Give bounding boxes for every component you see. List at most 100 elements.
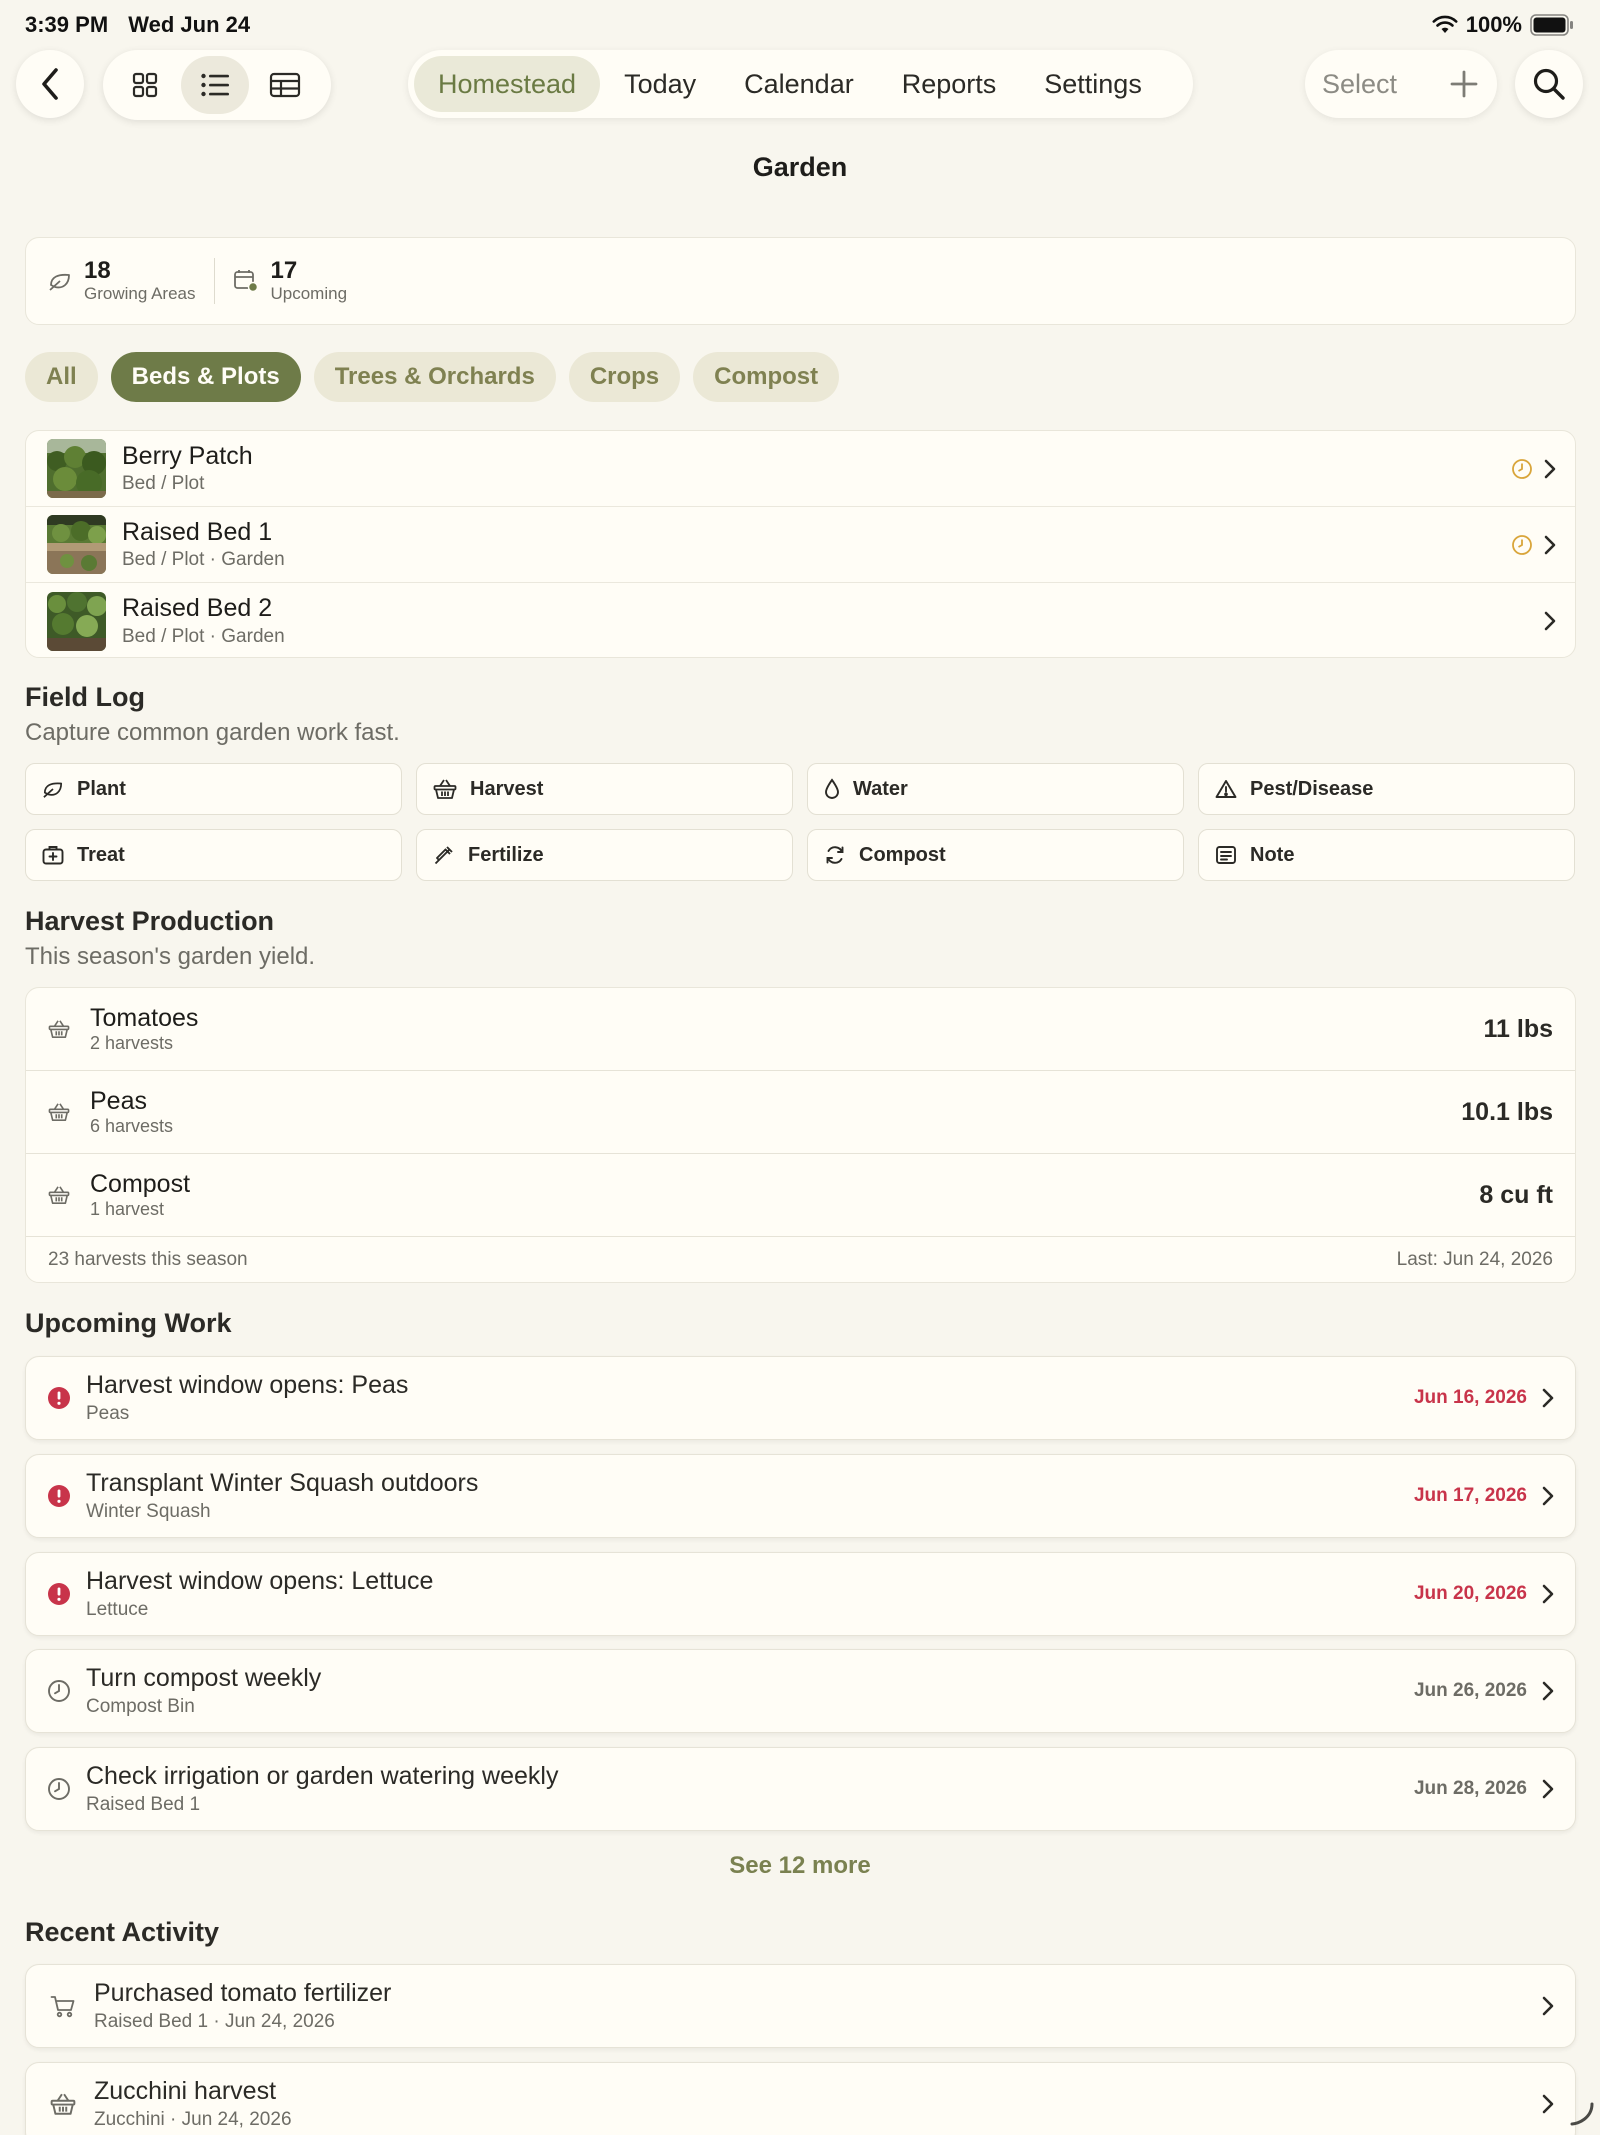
back-button[interactable] — [16, 50, 84, 118]
chevron-right-icon — [1541, 1680, 1555, 1702]
last-harvest-date: Last: Jun 24, 2026 — [1396, 1248, 1553, 1270]
task-item[interactable]: Harvest window opens: Peas Peas Jun 16, … — [25, 1356, 1576, 1440]
action-label: Fertilize — [468, 843, 544, 866]
filter-chip-all[interactable]: All — [25, 352, 98, 402]
activity-subtitle: Raised Bed 1 · Jun 24, 2026 — [94, 2010, 335, 2032]
task-subject: Lettuce — [86, 1598, 149, 1620]
list-item[interactable]: Raised Bed 2 Bed / Plot · Garden — [26, 583, 1575, 659]
task-item[interactable]: Turn compost weekly Compost Bin Jun 26, … — [25, 1649, 1576, 1733]
plus-icon — [1449, 69, 1479, 99]
search-button[interactable] — [1515, 50, 1583, 118]
log-water-button[interactable]: Water — [807, 763, 1184, 815]
log-harvest-button[interactable]: Harvest — [416, 763, 793, 815]
harvest-amount: 11 lbs — [1483, 1014, 1554, 1043]
resize-grabber-icon[interactable] — [1568, 2100, 1596, 2128]
clock-icon — [47, 1679, 71, 1703]
area-photo — [47, 439, 106, 498]
list-view-button[interactable] — [181, 56, 249, 114]
activity-item[interactable]: Zucchini harvest Zucchini · Jun 24, 2026 — [25, 2062, 1576, 2135]
cycle-icon — [824, 844, 846, 866]
cart-icon — [50, 1994, 76, 2018]
filter-chips: All Beds & Plots Trees & Orchards Crops … — [25, 352, 840, 402]
basket-icon — [48, 1019, 84, 1039]
tab-calendar[interactable]: Calendar — [720, 56, 878, 112]
log-plant-button[interactable]: Plant — [25, 763, 402, 815]
season-harvest-total: 23 harvests this season — [48, 1248, 248, 1270]
table-row[interactable]: Peas 6 harvests 10.1 lbs — [26, 1071, 1575, 1154]
select-add-group: Select — [1305, 50, 1497, 118]
tab-homestead[interactable]: Homestead — [414, 56, 601, 112]
battery-percent: 100% — [1465, 12, 1522, 37]
view-mode-switcher — [103, 50, 331, 120]
area-photo — [47, 591, 106, 651]
grid-icon — [131, 71, 159, 99]
table-row[interactable]: Compost 1 harvest 8 cu ft — [26, 1154, 1575, 1237]
action-label: Water — [853, 777, 908, 800]
status-time: 3:39 PM — [25, 12, 109, 37]
crop-name: Peas — [90, 1086, 147, 1115]
tab-reports[interactable]: Reports — [878, 56, 1021, 112]
task-date: Jun 20, 2026 — [1413, 1583, 1527, 1604]
task-subject: Winter Squash — [86, 1500, 211, 1522]
chevron-right-icon — [1541, 1778, 1555, 1800]
chevron-right-icon — [1543, 610, 1557, 632]
harvest-count: 6 harvests — [90, 1116, 174, 1137]
stat-growing-areas[interactable]: 18 Growing Areas — [48, 258, 196, 303]
harvest-footer: 23 harvests this season Last: Jun 24, 20… — [26, 1237, 1575, 1282]
area-photo — [47, 515, 106, 574]
task-title: Turn compost weekly — [86, 1664, 322, 1693]
log-pest-disease-button[interactable]: Pest/Disease — [1198, 763, 1575, 815]
select-button[interactable]: Select — [1322, 69, 1397, 100]
dropper-icon — [433, 844, 455, 866]
action-label: Compost — [859, 843, 946, 866]
stat-upcoming[interactable]: 17 Upcoming — [233, 258, 348, 303]
field-log-subtitle: Capture common garden work fast. — [25, 719, 400, 746]
table-row[interactable]: Tomatoes 2 harvests 11 lbs — [26, 988, 1575, 1071]
main-nav-tabs: Homestead Today Calendar Reports Setting… — [408, 50, 1193, 118]
log-fertilize-button[interactable]: Fertilize — [416, 829, 793, 881]
action-label: Harvest — [470, 777, 544, 800]
area-name: Raised Bed 2 — [122, 594, 273, 623]
task-item[interactable]: Transplant Winter Squash outdoors Winter… — [25, 1454, 1576, 1538]
area-name: Berry Patch — [122, 441, 253, 470]
filter-chip-beds-plots[interactable]: Beds & Plots — [110, 352, 301, 402]
stat-label: Growing Areas — [84, 283, 196, 303]
chevron-right-icon — [1541, 1387, 1555, 1409]
task-title: Harvest window opens: Peas — [86, 1371, 409, 1400]
chevron-right-icon — [1541, 1485, 1555, 1507]
task-title: Harvest window opens: Lettuce — [86, 1567, 434, 1596]
task-item[interactable]: Check irrigation or garden watering week… — [25, 1747, 1576, 1831]
tab-settings[interactable]: Settings — [1020, 56, 1166, 112]
alert-icon — [47, 1386, 71, 1410]
filter-chip-trees-orchards[interactable]: Trees & Orchards — [313, 352, 556, 402]
stat-label: Upcoming — [270, 283, 348, 303]
activity-item[interactable]: Purchased tomato fertilizer Raised Bed 1… — [25, 1964, 1576, 2048]
list-item[interactable]: Berry Patch Bed / Plot — [26, 431, 1575, 507]
tab-today[interactable]: Today — [600, 56, 720, 112]
area-type: Bed / Plot — [122, 473, 205, 495]
battery-icon — [1530, 14, 1574, 36]
grid-view-button[interactable] — [111, 56, 179, 114]
add-button[interactable] — [1449, 69, 1479, 99]
basket-icon — [48, 1102, 84, 1122]
upcoming-work-title: Upcoming Work — [25, 1308, 232, 1338]
chevron-right-icon — [1541, 1995, 1555, 2017]
log-compost-button[interactable]: Compost — [807, 829, 1184, 881]
harvest-title: Harvest Production — [25, 906, 275, 936]
clock-icon — [47, 1777, 71, 1801]
page-title: Garden — [752, 152, 848, 182]
leaf-icon — [42, 779, 64, 799]
log-note-button[interactable]: Note — [1198, 829, 1575, 881]
filter-chip-crops[interactable]: Crops — [568, 352, 681, 402]
filter-chip-compost[interactable]: Compost — [693, 352, 840, 402]
table-view-button[interactable] — [251, 56, 319, 114]
task-item[interactable]: Harvest window opens: Lettuce Lettuce Ju… — [25, 1552, 1576, 1636]
area-type: Bed / Plot · Garden — [122, 625, 285, 647]
log-treat-button[interactable]: Treat — [25, 829, 402, 881]
action-label: Treat — [77, 843, 125, 866]
list-item[interactable]: Raised Bed 1 Bed / Plot · Garden — [26, 507, 1575, 583]
action-label: Pest/Disease — [1250, 777, 1374, 800]
see-more-button[interactable]: See 12 more — [0, 1852, 1600, 1880]
basket-icon — [50, 2092, 76, 2116]
harvest-count: 1 harvest — [90, 1199, 165, 1220]
